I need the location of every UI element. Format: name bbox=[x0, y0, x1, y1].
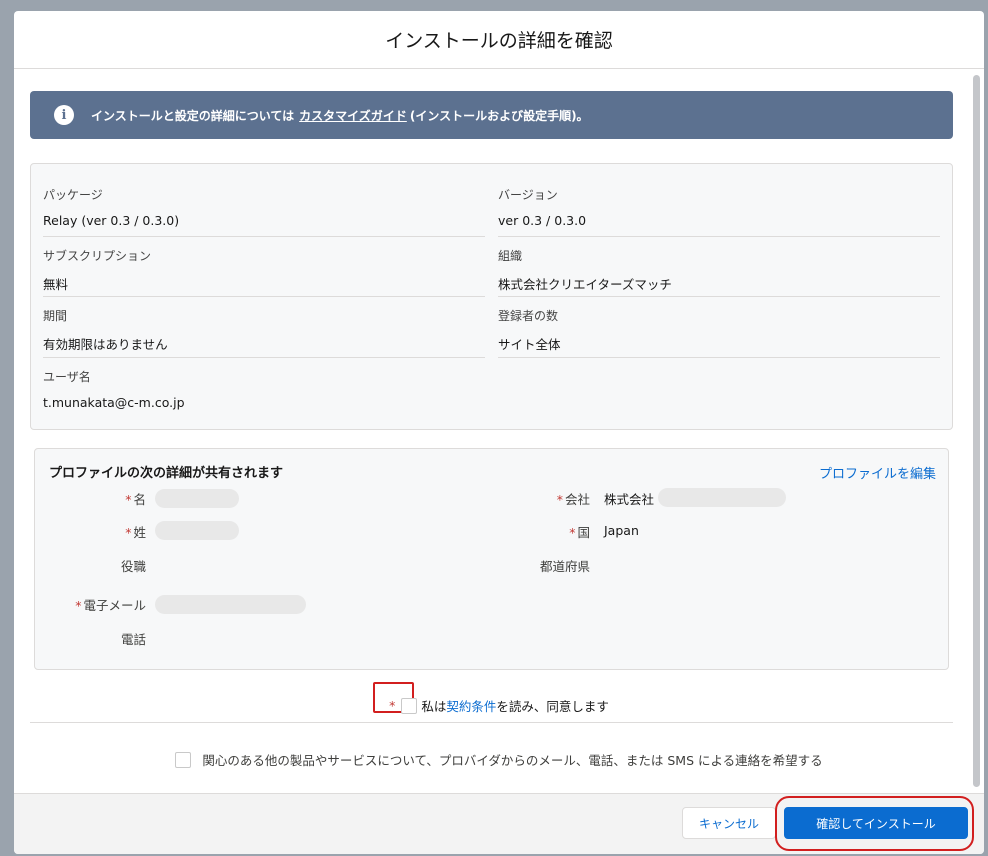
company-redacted bbox=[658, 488, 786, 507]
required-marker: * bbox=[75, 598, 82, 613]
divider bbox=[498, 296, 940, 297]
username-field: ユーザ名 t.munakata@c-m.co.jp bbox=[43, 368, 485, 410]
divider bbox=[43, 357, 485, 358]
divider bbox=[498, 357, 940, 358]
last-name-label: * 姓 bbox=[125, 525, 146, 540]
marketing-optin-row: 関心のある他の製品やサービスについて、プロバイダからのメール、電話、または SM… bbox=[14, 750, 984, 769]
period-label: 期間 bbox=[43, 309, 68, 323]
agree-terms-checkbox[interactable] bbox=[401, 697, 418, 714]
modal-header: インストールの詳細を確認 bbox=[14, 11, 984, 69]
email-redacted bbox=[155, 595, 306, 614]
subscribers-field: 登録者の数 サイト全体 bbox=[498, 307, 940, 358]
profile-section-title: プロファイルの次の詳細が共有されます bbox=[49, 466, 284, 481]
state-label: 都道府県 bbox=[539, 559, 590, 574]
first-name-label: * 名 bbox=[125, 492, 146, 507]
subscription-field: サブスクリプション 無料 bbox=[43, 247, 485, 297]
job-title-label: 役職 bbox=[120, 559, 146, 574]
edit-profile-link[interactable]: プロファイルを編集 bbox=[819, 463, 936, 482]
marketing-optin-label: 関心のある他の製品やサービスについて、プロバイダからのメール、電話、または SM… bbox=[202, 753, 823, 768]
profile-share-panel: プロファイルの次の詳細が共有されます プロファイルを編集 * 名 * 姓 役職 * 電… bbox=[34, 448, 949, 670]
period-value: 有効期限はありません bbox=[43, 337, 168, 352]
company-label: * 会社 bbox=[556, 492, 590, 507]
info-icon: i bbox=[54, 105, 74, 125]
subscription-value: 無料 bbox=[43, 277, 69, 292]
package-value: Relay (ver 0.3 / 0.3.0) bbox=[43, 213, 180, 228]
agreement-row: * 私は 契約条件 を読み、同意します bbox=[14, 696, 984, 715]
username-label: ユーザ名 bbox=[43, 370, 91, 384]
organization-value: 株式会社クリエイターズマッチ bbox=[498, 277, 672, 292]
required-marker: * bbox=[389, 698, 396, 713]
country-label: * 国 bbox=[569, 525, 590, 540]
required-marker: * bbox=[125, 525, 132, 540]
install-confirm-modal: インストールの詳細を確認 i インストールと設定の詳細については カスタマイズガ… bbox=[14, 11, 984, 854]
banner-text-after: (インストールおよび設定手順)。 bbox=[409, 108, 589, 123]
divider bbox=[498, 236, 940, 237]
terms-link[interactable]: 契約条件 bbox=[446, 696, 496, 715]
last-name-redacted bbox=[155, 521, 239, 540]
divider bbox=[30, 722, 953, 723]
first-name-redacted bbox=[155, 489, 239, 508]
email-label: * 電子メール bbox=[75, 598, 146, 613]
agree-text-before: 私は bbox=[421, 699, 447, 714]
package-details-panel: パッケージ Relay (ver 0.3 / 0.3.0) バージョン ver … bbox=[30, 163, 953, 430]
subscribers-value: サイト全体 bbox=[498, 337, 561, 352]
version-field: バージョン ver 0.3 / 0.3.0 bbox=[498, 186, 940, 237]
cancel-button[interactable]: キャンセル bbox=[682, 807, 776, 839]
country-value: Japan bbox=[604, 523, 639, 538]
modal-title: インストールの詳細を確認 bbox=[385, 30, 613, 52]
package-label: パッケージ bbox=[43, 188, 103, 202]
scrollbar[interactable] bbox=[973, 75, 980, 787]
marketing-optin-checkbox[interactable] bbox=[175, 751, 192, 768]
info-banner: i インストールと設定の詳細については カスタマイズガイド (インストールおよび… bbox=[30, 91, 953, 139]
agree-text-after: を読み、同意します bbox=[496, 699, 609, 714]
subscribers-label: 登録者の数 bbox=[498, 309, 559, 323]
customize-guide-link[interactable]: カスタマイズガイド bbox=[299, 107, 407, 124]
banner-text-before: インストールと設定の詳細については bbox=[91, 108, 295, 123]
subscription-label: サブスクリプション bbox=[43, 249, 152, 263]
modal-body[interactable]: i インストールと設定の詳細については カスタマイズガイド (インストールおよび… bbox=[14, 69, 984, 793]
required-marker: * bbox=[569, 525, 576, 540]
organization-label: 組織 bbox=[498, 249, 523, 263]
phone-label: 電話 bbox=[120, 632, 146, 647]
modal-footer: キャンセル 確認してインストール bbox=[14, 793, 984, 854]
package-field: パッケージ Relay (ver 0.3 / 0.3.0) bbox=[43, 186, 485, 237]
organization-field: 組織 株式会社クリエイターズマッチ bbox=[498, 247, 940, 297]
period-field: 期間 有効期限はありません bbox=[43, 307, 485, 358]
version-value: ver 0.3 / 0.3.0 bbox=[498, 213, 587, 228]
required-marker: * bbox=[556, 492, 563, 507]
confirm-install-button[interactable]: 確認してインストール bbox=[784, 807, 968, 839]
divider bbox=[43, 236, 485, 237]
divider bbox=[43, 296, 485, 297]
company-value: 株式会社 bbox=[604, 492, 655, 507]
required-marker: * bbox=[125, 492, 132, 507]
version-label: バージョン bbox=[498, 188, 558, 202]
username-value: t.munakata@c-m.co.jp bbox=[43, 395, 185, 410]
